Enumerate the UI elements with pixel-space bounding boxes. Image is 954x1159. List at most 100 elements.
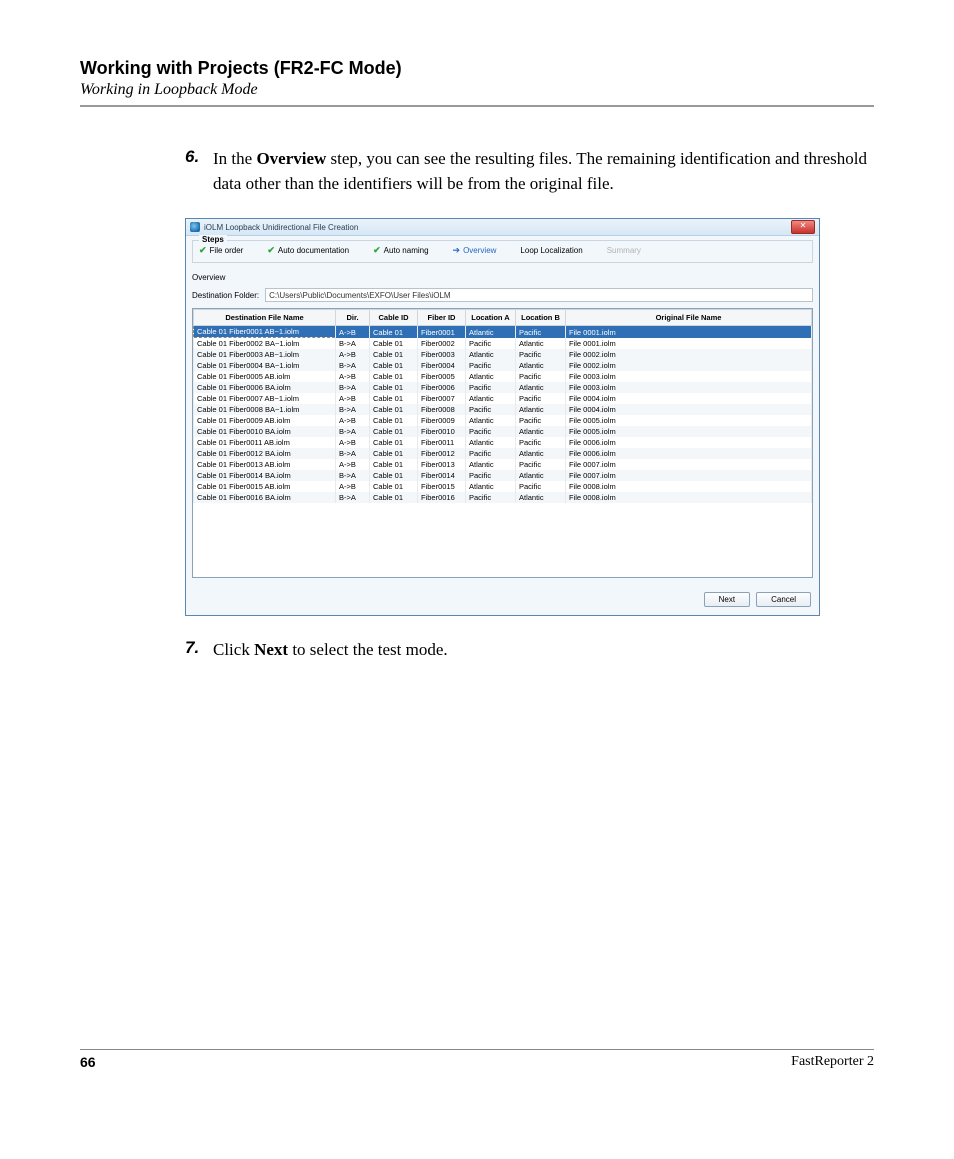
cell: Fiber0012	[418, 448, 466, 459]
table-row[interactable]: Cable 01 Fiber0011 AB.iolmA->BCable 01Fi…	[194, 437, 812, 448]
cell: B->A	[336, 448, 370, 459]
cell: File 0006.iolm	[566, 437, 812, 448]
col-cable-id[interactable]: Cable ID	[370, 310, 418, 326]
step-overview[interactable]: ➔Overview	[453, 245, 497, 256]
cell: Cable 01	[370, 448, 418, 459]
cell: Pacific	[516, 326, 566, 338]
cell: Atlantic	[516, 382, 566, 393]
product-name: FastReporter 2	[791, 1054, 874, 1070]
cell: Cable 01 Fiber0012 BA.iolm	[194, 448, 336, 459]
table-row[interactable]: Cable 01 Fiber0002 BA~1.iolmB->ACable 01…	[194, 338, 812, 350]
cell: File 0001.iolm	[566, 326, 812, 338]
cell: Cable 01 Fiber0011 AB.iolm	[194, 437, 336, 448]
cell: Fiber0007	[418, 393, 466, 404]
cell: Pacific	[466, 426, 516, 437]
cell: Cable 01 Fiber0006 BA.iolm	[194, 382, 336, 393]
table-row[interactable]: Cable 01 Fiber0004 BA~1.iolmB->ACable 01…	[194, 360, 812, 371]
cell: Cable 01	[370, 382, 418, 393]
cell: Pacific	[516, 481, 566, 492]
cell: Atlantic	[466, 371, 516, 382]
cell: Pacific	[466, 470, 516, 481]
col-original[interactable]: Original File Name	[566, 310, 812, 326]
cell: A->B	[336, 349, 370, 360]
results-table[interactable]: Destination File Name Dir. Cable ID Fibe…	[192, 308, 813, 578]
cell: B->A	[336, 404, 370, 415]
cell: Atlantic	[516, 338, 566, 350]
step-auto-documentation[interactable]: ✔Auto documentation	[267, 245, 349, 256]
cell: B->A	[336, 382, 370, 393]
cell: Fiber0003	[418, 349, 466, 360]
cell: Pacific	[516, 349, 566, 360]
cell: Cable 01	[370, 459, 418, 470]
cell: File 0002.iolm	[566, 360, 812, 371]
cell: Cable 01 Fiber0015 AB.iolm	[194, 481, 336, 492]
cell: Cable 01 Fiber0016 BA.iolm	[194, 492, 336, 503]
table-row[interactable]: Cable 01 Fiber0013 AB.iolmA->BCable 01Fi…	[194, 459, 812, 470]
cell: Pacific	[516, 371, 566, 382]
table-row[interactable]: Cable 01 Fiber0012 BA.iolmB->ACable 01Fi…	[194, 448, 812, 459]
check-icon: ✔	[373, 245, 381, 256]
table-row[interactable]: Cable 01 Fiber0001 AB~1.iolmA->BCable 01…	[194, 326, 812, 338]
cell: Fiber0009	[418, 415, 466, 426]
cell: Cable 01 Fiber0003 AB~1.iolm	[194, 349, 336, 360]
table-row[interactable]: Cable 01 Fiber0005 AB.iolmA->BCable 01Fi…	[194, 371, 812, 382]
table-row[interactable]: Cable 01 Fiber0014 BA.iolmB->ACable 01Fi…	[194, 470, 812, 481]
cell: A->B	[336, 437, 370, 448]
cell: File 0002.iolm	[566, 349, 812, 360]
col-location-a[interactable]: Location A	[466, 310, 516, 326]
cell: Cable 01 Fiber0002 BA~1.iolm	[194, 338, 336, 350]
cell: A->B	[336, 371, 370, 382]
cell: File 0007.iolm	[566, 459, 812, 470]
destination-row: Destination Folder:	[192, 288, 813, 302]
step-text: Click Next to select the test mode.	[213, 638, 448, 663]
cell: Atlantic	[466, 326, 516, 338]
cell: Fiber0015	[418, 481, 466, 492]
cancel-button[interactable]: Cancel	[756, 592, 811, 607]
cell: Pacific	[466, 448, 516, 459]
col-destination[interactable]: Destination File Name	[194, 310, 336, 326]
cell: Atlantic	[466, 415, 516, 426]
cell: Pacific	[516, 459, 566, 470]
table-row[interactable]: Cable 01 Fiber0015 AB.iolmA->BCable 01Fi…	[194, 481, 812, 492]
cell: Cable 01	[370, 470, 418, 481]
cell: Atlantic	[516, 360, 566, 371]
col-location-b[interactable]: Location B	[516, 310, 566, 326]
section-subtitle: Working in Loopback Mode	[80, 81, 874, 99]
cell: Fiber0005	[418, 371, 466, 382]
table-row[interactable]: Cable 01 Fiber0016 BA.iolmB->ACable 01Fi…	[194, 492, 812, 503]
step-text: In the Overview step, you can see the re…	[213, 147, 874, 196]
cell: Atlantic	[516, 448, 566, 459]
wizard-window: iOLM Loopback Unidirectional File Creati…	[185, 218, 820, 616]
wizard-buttons: Next Cancel	[186, 586, 819, 615]
cell: Fiber0004	[418, 360, 466, 371]
cell: Pacific	[466, 360, 516, 371]
step-auto-naming[interactable]: ✔Auto naming	[373, 245, 428, 256]
table-row[interactable]: Cable 01 Fiber0003 AB~1.iolmA->BCable 01…	[194, 349, 812, 360]
next-button[interactable]: Next	[704, 592, 750, 607]
table-row[interactable]: Cable 01 Fiber0010 BA.iolmB->ACable 01Fi…	[194, 426, 812, 437]
table-row[interactable]: Cable 01 Fiber0009 AB.iolmA->BCable 01Fi…	[194, 415, 812, 426]
cell: File 0004.iolm	[566, 404, 812, 415]
close-icon[interactable]: ✕	[791, 220, 815, 234]
check-icon: ✔	[267, 245, 275, 256]
cell: Cable 01	[370, 426, 418, 437]
cell: Cable 01 Fiber0001 AB~1.iolm	[194, 326, 336, 338]
step-6: 6. In the Overview step, you can see the…	[185, 147, 874, 196]
cell: Atlantic	[466, 349, 516, 360]
chapter-title: Working with Projects (FR2-FC Mode)	[80, 58, 874, 79]
cell: Pacific	[516, 393, 566, 404]
cell: Atlantic	[516, 426, 566, 437]
cell: B->A	[336, 338, 370, 350]
step-file-order[interactable]: ✔File order	[199, 245, 243, 256]
step-loop-localization[interactable]: Loop Localization	[520, 245, 582, 256]
table-row[interactable]: Cable 01 Fiber0006 BA.iolmB->ACable 01Fi…	[194, 382, 812, 393]
cell: Atlantic	[466, 459, 516, 470]
table-row[interactable]: Cable 01 Fiber0007 AB~1.iolmA->BCable 01…	[194, 393, 812, 404]
cell: File 0001.iolm	[566, 338, 812, 350]
destination-label: Destination Folder:	[192, 291, 259, 300]
table-row[interactable]: Cable 01 Fiber0008 BA~1.iolmB->ACable 01…	[194, 404, 812, 415]
col-fiber-id[interactable]: Fiber ID	[418, 310, 466, 326]
destination-folder-input[interactable]	[265, 288, 813, 302]
cell: B->A	[336, 360, 370, 371]
col-dir[interactable]: Dir.	[336, 310, 370, 326]
